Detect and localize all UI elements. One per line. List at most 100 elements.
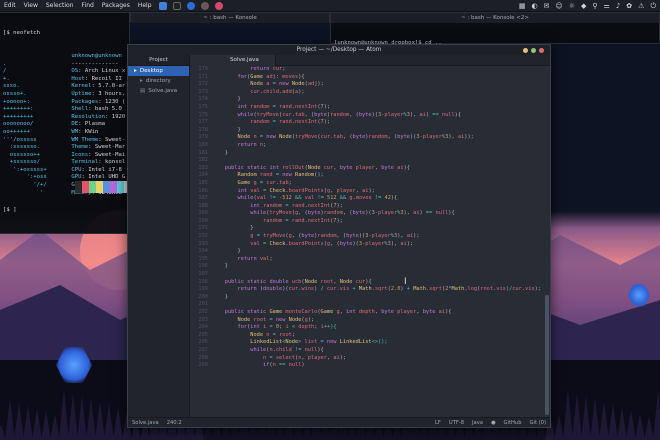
file-manager-icon[interactable] xyxy=(158,1,167,10)
status-cursor-position[interactable]: 240:2 xyxy=(163,420,186,426)
menu-find[interactable]: Find xyxy=(78,2,98,9)
tab-solve-java[interactable]: Solve.java xyxy=(190,55,276,66)
tray-icon[interactable]: ◆ xyxy=(581,0,586,12)
konsole-window[interactable]: ~ : bash — Konsole xyxy=(130,12,330,23)
tray-icon[interactable]: ☺ xyxy=(555,0,562,12)
tray-icon[interactable]: ◐ xyxy=(531,0,537,12)
code-line[interactable]: 206 LinkedList<Node> list = new LinkedLi… xyxy=(190,339,542,347)
github-icon[interactable]: ● xyxy=(487,420,500,426)
menu-packages[interactable]: Packages xyxy=(98,2,134,9)
code-line[interactable]: 202 public static Game monteCarlo(Game g… xyxy=(190,309,542,317)
code-line[interactable]: 193 val = Check.boardPoints(g, (byte)(3-… xyxy=(190,241,542,249)
tab-bar: Solve.java xyxy=(190,55,550,66)
window-title: ~ : bash — Konsole <2> xyxy=(331,13,659,23)
neofetch-info-row: Kernel: 5.7.0-ar xyxy=(71,83,126,91)
code-line[interactable]: 199 return (double)(cur.wins) / cur.vis … xyxy=(190,286,542,294)
code-line[interactable]: 175 int random = rand.nextInt(7); xyxy=(190,104,542,112)
code-line[interactable]: 197 xyxy=(190,271,542,279)
tray-icon[interactable]: ▦ xyxy=(519,0,526,12)
line-text: return n; xyxy=(237,141,267,148)
code-line[interactable]: 182 xyxy=(190,157,542,165)
menu-help[interactable]: Help xyxy=(134,2,156,9)
line-number: 191 xyxy=(198,225,208,232)
tray-icon[interactable]: ✿ xyxy=(626,0,632,12)
code-line[interactable]: 176 while(tryMove(cur.tab, (byte)random,… xyxy=(190,112,542,120)
tree-item-desktop[interactable]: ▸ Desktop xyxy=(128,66,189,76)
editor-pane[interactable]: Solve.java 170 return cur; 171 for(Game a… xyxy=(190,55,550,417)
code-line[interactable]: 186 int val = Check.boardPoints(g, playe… xyxy=(190,188,542,196)
status-github[interactable]: GitHub xyxy=(500,420,526,426)
status-grammar[interactable]: Java xyxy=(468,420,487,426)
code-line[interactable]: 196 } xyxy=(190,263,542,271)
tray-icon[interactable]: ⚲ xyxy=(592,0,597,12)
code-line[interactable]: 194 } xyxy=(190,248,542,256)
code-editor[interactable]: 170 return cur; 171 for(Game adj: moves){… xyxy=(190,66,542,417)
code-line[interactable]: 173 cur.child.add(a); xyxy=(190,89,542,97)
scrollbar[interactable] xyxy=(545,295,549,415)
code-line[interactable]: 181 } xyxy=(190,150,542,158)
tree-item-label: Desktop xyxy=(139,68,163,74)
code-line[interactable]: 184 Random rand = new Random(); xyxy=(190,172,542,180)
terminal-icon[interactable] xyxy=(172,1,181,10)
tray-icon[interactable]: ♪ xyxy=(616,0,620,12)
line-text: random = rand.nextInt(7); xyxy=(263,217,343,224)
line-number: 175 xyxy=(198,103,208,110)
tray-icon[interactable]: ⚠ xyxy=(638,0,644,12)
code-line[interactable]: 187 while(val != -512 && val != 512 && g… xyxy=(190,195,542,203)
info-key: Uptime xyxy=(71,90,92,97)
code-line[interactable]: 170 return cur; xyxy=(190,66,542,74)
code-line[interactable]: 172 Node a = new Node(adj); xyxy=(190,81,542,89)
code-line[interactable]: 203 Node root = new Node(g); xyxy=(190,317,542,325)
code-line[interactable]: 209 if(n == null) xyxy=(190,362,542,370)
code-line[interactable]: 185 Game g = cur.tab; xyxy=(190,180,542,188)
tray-icon[interactable]: ⚌ xyxy=(604,0,610,12)
code-line[interactable]: 190 random = rand.nextInt(7); xyxy=(190,218,542,226)
code-line[interactable]: 204 for(int i = 0; i < depth; i++){ xyxy=(190,324,542,332)
code-line[interactable]: 188 int random = rand.nextInt(7); xyxy=(190,203,542,211)
maximize-button[interactable] xyxy=(531,48,536,53)
code-line[interactable]: 171 for(Game adj: moves){ xyxy=(190,74,542,82)
tray-icon[interactable]: ⏻ xyxy=(650,0,656,12)
code-line[interactable]: 180 return n; xyxy=(190,142,542,150)
close-button[interactable] xyxy=(539,48,544,53)
menu-view[interactable]: View xyxy=(20,2,42,9)
project-tab[interactable]: Project xyxy=(128,55,189,66)
tray-icon[interactable]: ✉ xyxy=(544,0,550,12)
code-line[interactable]: 183 public static int rollOut(Node cur, … xyxy=(190,165,542,173)
minimize-button[interactable] xyxy=(523,48,528,53)
tree-item-solve-java[interactable]: ▤ Solve.java xyxy=(128,86,189,96)
code-line[interactable]: 174 } xyxy=(190,96,542,104)
code-line[interactable]: 179 Node n = new Node(tryMove(cur.tab, (… xyxy=(190,134,542,142)
code-line[interactable]: 191 } xyxy=(190,225,542,233)
code-line[interactable]: 195 return val; xyxy=(190,256,542,264)
line-number: 179 xyxy=(198,134,208,141)
browser-icon[interactable] xyxy=(186,1,195,10)
konsole-neofetch-window[interactable]: [$ neofetch . / +. ssso. ossso+. +ooooo+… xyxy=(0,12,131,234)
atom-icon[interactable] xyxy=(200,1,209,10)
code-line[interactable]: 177 random = rand.nextInt(7); xyxy=(190,119,542,127)
code-line[interactable]: 200 } xyxy=(190,294,542,302)
line-number: 193 xyxy=(198,240,208,247)
code-line[interactable]: 192 g = tryMove(g, (byte)random, (byte)(… xyxy=(190,233,542,241)
konsole-window-2[interactable]: ~ : bash — Konsole <2> [unknown@unknown … xyxy=(330,12,660,69)
line-number: 194 xyxy=(198,248,208,255)
menu-edit[interactable]: Edit xyxy=(0,2,20,9)
code-line[interactable]: 201 xyxy=(190,301,542,309)
code-line[interactable]: 207 while(n.child != null){ xyxy=(190,347,542,355)
logo-line: '/+/ xyxy=(3,182,47,189)
neofetch-username: unknown@unknown xyxy=(71,52,122,59)
status-file[interactable]: Solve.java xyxy=(128,420,163,426)
music-icon[interactable] xyxy=(214,1,223,10)
atom-editor-window[interactable]: Project — ~/Desktop — Atom Project ▸ Desk… xyxy=(127,44,551,428)
status-git[interactable]: Git (0) xyxy=(526,420,551,426)
code-line[interactable]: 189 while(tryMove(g, (byte)random, (byte… xyxy=(190,210,542,218)
tray-icon[interactable]: ☼ xyxy=(569,0,575,12)
status-encoding[interactable]: UTF-8 xyxy=(445,420,468,426)
code-line[interactable]: 205 Node n = root; xyxy=(190,332,542,340)
code-line[interactable]: 208 n = select(n, player, ai); xyxy=(190,355,542,363)
status-line-ending[interactable]: LF xyxy=(431,420,445,426)
code-line[interactable]: 178 } xyxy=(190,127,542,135)
menu-selection[interactable]: Selection xyxy=(42,2,78,9)
code-line[interactable]: 198 public static double ucb(Node root, … xyxy=(190,279,542,287)
tree-item-directory[interactable]: ▸ directory xyxy=(128,76,189,86)
